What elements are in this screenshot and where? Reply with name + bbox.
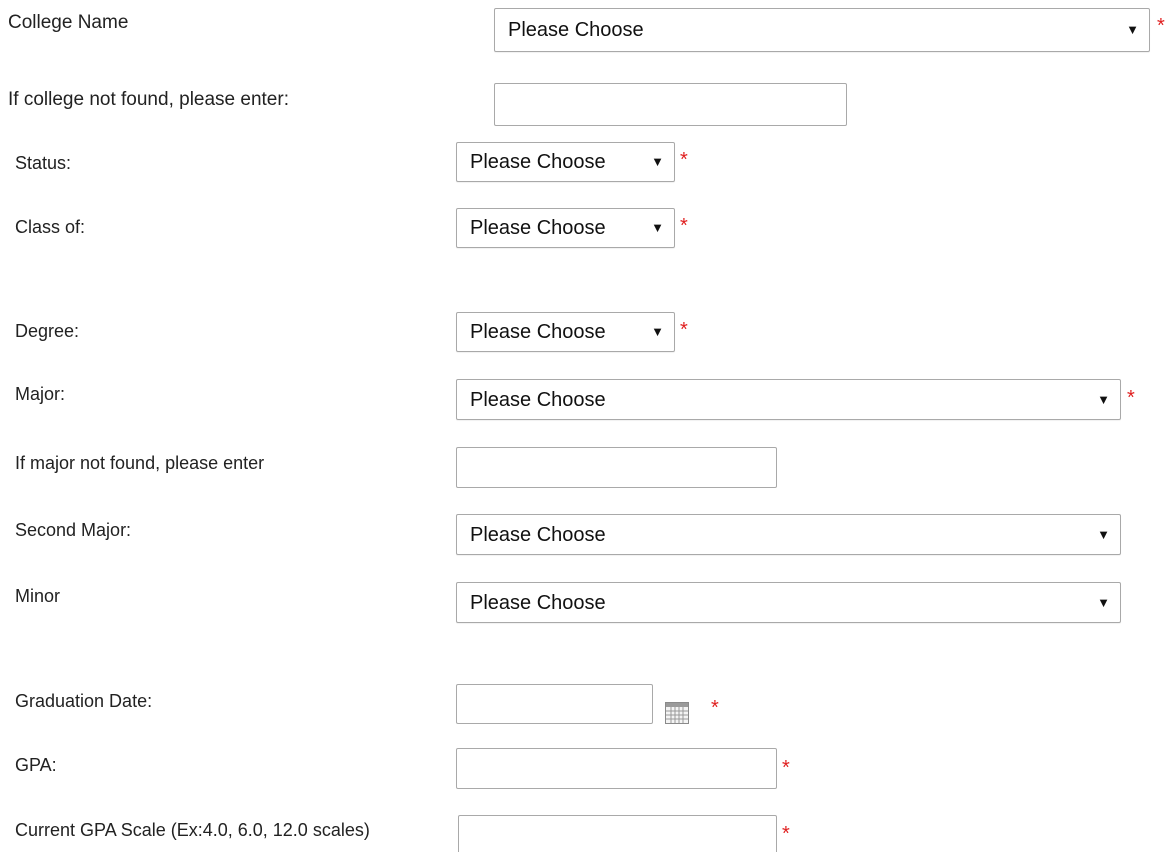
status-required-mark: * (680, 149, 688, 171)
college-name-value: Please Choose (508, 19, 644, 41)
gpa-scale-input[interactable] (458, 815, 777, 852)
class-of-required-mark: * (680, 215, 688, 237)
status-select[interactable]: Please Choose ▼ (456, 142, 675, 182)
college-name-label: College Name (8, 12, 129, 33)
class-of-label: Class of: (15, 217, 86, 237)
gpa-input[interactable] (456, 748, 777, 789)
gpa-label: GPA: (15, 755, 57, 775)
major-required-mark: * (1127, 387, 1135, 409)
chevron-down-icon: ▼ (651, 220, 664, 235)
second-major-value: Please Choose (470, 523, 606, 546)
education-form: College Name Please Choose ▼ * If colleg… (0, 0, 1171, 852)
major-not-found-label: If major not found, please enter (15, 453, 265, 473)
major-not-found-input[interactable] (456, 447, 777, 488)
gpa-scale-required-mark: * (782, 823, 790, 845)
college-name-required-mark: * (1157, 15, 1165, 37)
gpa-required-mark: * (782, 757, 790, 779)
second-major-label: Second Major: (15, 520, 132, 540)
major-value: Please Choose (470, 388, 606, 411)
second-major-select[interactable]: Please Choose ▼ (456, 514, 1121, 555)
graduation-date-label: Graduation Date: (15, 691, 153, 711)
chevron-down-icon: ▼ (651, 324, 664, 339)
college-name-select[interactable]: Please Choose ▼ (494, 8, 1150, 52)
graduation-date-input[interactable] (456, 684, 653, 724)
chevron-down-icon: ▼ (1097, 391, 1110, 407)
status-label: Status: (15, 153, 72, 173)
college-not-found-input[interactable] (494, 83, 847, 126)
minor-label: Minor (15, 586, 61, 606)
degree-select[interactable]: Please Choose ▼ (456, 312, 675, 352)
minor-select[interactable]: Please Choose ▼ (456, 582, 1121, 623)
class-of-select[interactable]: Please Choose ▼ (456, 208, 675, 248)
chevron-down-icon: ▼ (1097, 594, 1110, 610)
degree-value: Please Choose (470, 321, 606, 343)
chevron-down-icon: ▼ (651, 154, 664, 169)
major-label: Major: (15, 384, 66, 404)
calendar-icon[interactable] (665, 702, 689, 724)
degree-required-mark: * (680, 319, 688, 341)
minor-value: Please Choose (470, 591, 606, 614)
degree-label: Degree: (15, 321, 80, 341)
chevron-down-icon: ▼ (1126, 22, 1139, 37)
major-select[interactable]: Please Choose ▼ (456, 379, 1121, 420)
college-not-found-label: If college not found, please enter: (8, 89, 289, 110)
graduation-date-required-mark: * (711, 697, 719, 719)
status-value: Please Choose (470, 151, 606, 173)
class-of-value: Please Choose (470, 217, 606, 239)
chevron-down-icon: ▼ (1097, 526, 1110, 542)
gpa-scale-label: Current GPA Scale (Ex:4.0, 6.0, 12.0 sca… (15, 820, 370, 840)
